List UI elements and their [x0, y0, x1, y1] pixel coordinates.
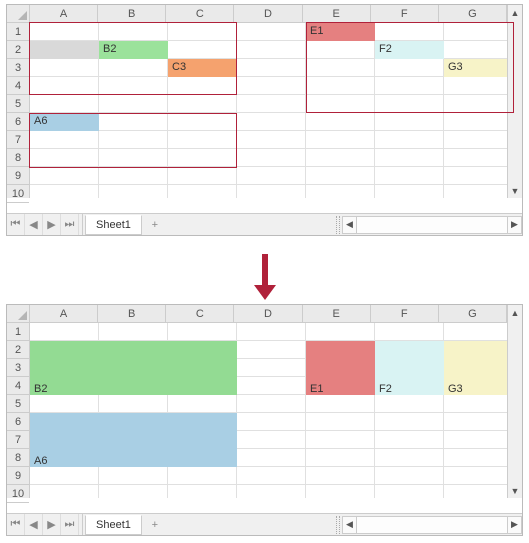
- row-header-7[interactable]: 7: [7, 431, 29, 449]
- col-header-c[interactable]: C: [166, 5, 234, 22]
- row-headers: 1 2 3 4 5 6 7 8 9 10: [7, 23, 30, 198]
- nav-last-button[interactable]: ⏭: [61, 514, 79, 535]
- grid[interactable]: A B C D E F G 1 2 3 4 5 6 7 8 9 10 B2 C3…: [7, 5, 522, 213]
- nav-prev-button[interactable]: ◀: [25, 514, 43, 535]
- scroll-up-icon[interactable]: ▲: [508, 5, 522, 20]
- col-header-d[interactable]: D: [234, 305, 302, 322]
- merged-range-g3[interactable]: G3: [444, 341, 513, 395]
- horizontal-scrollbar[interactable]: ◀ ▶: [334, 214, 522, 235]
- cell-f2[interactable]: F2: [375, 41, 444, 59]
- nav-first-button[interactable]: ⏮: [7, 514, 25, 535]
- transition-arrow: [0, 240, 529, 300]
- arrow-down-icon: [262, 254, 268, 286]
- col-header-e[interactable]: E: [303, 305, 371, 322]
- col-header-d[interactable]: D: [234, 5, 302, 22]
- row-header-6[interactable]: 6: [7, 113, 29, 131]
- col-header-b[interactable]: B: [98, 305, 166, 322]
- row-header-2[interactable]: 2: [7, 41, 29, 59]
- hscroll-splitter[interactable]: [336, 216, 340, 234]
- spreadsheet-before: A B C D E F G 1 2 3 4 5 6 7 8 9 10 B2 C3…: [6, 4, 523, 236]
- row-header-5[interactable]: 5: [7, 395, 29, 413]
- nav-first-button[interactable]: ⏮: [7, 214, 25, 235]
- row-header-3[interactable]: 3: [7, 59, 29, 77]
- row-header-9[interactable]: 9: [7, 467, 29, 485]
- row-header-4[interactable]: 4: [7, 77, 29, 95]
- vertical-scrollbar[interactable]: ▲ ▼: [507, 305, 522, 498]
- row-header-2[interactable]: 2: [7, 341, 29, 359]
- add-sheet-button[interactable]: +: [144, 514, 166, 535]
- row-header-5[interactable]: 5: [7, 95, 29, 113]
- col-header-f[interactable]: F: [371, 5, 439, 22]
- cell-b2[interactable]: B2: [99, 41, 168, 59]
- row-header-10[interactable]: 10: [7, 185, 29, 203]
- scroll-left-icon[interactable]: ◀: [342, 516, 357, 534]
- col-header-c[interactable]: C: [166, 305, 234, 322]
- row-header-1[interactable]: 1: [7, 323, 29, 341]
- merged-range-f2[interactable]: F2: [375, 341, 444, 395]
- cells-area[interactable]: B2 E1 F2 G3 A6: [30, 323, 507, 498]
- nav-last-button[interactable]: ⏭: [61, 214, 79, 235]
- sheet-tab[interactable]: Sheet1: [85, 515, 142, 535]
- sheet-tab[interactable]: Sheet1: [85, 215, 142, 235]
- col-header-e[interactable]: E: [303, 5, 371, 22]
- scroll-right-icon[interactable]: ▶: [507, 516, 522, 534]
- scroll-up-icon[interactable]: ▲: [508, 305, 522, 320]
- row-header-7[interactable]: 7: [7, 131, 29, 149]
- add-sheet-button[interactable]: +: [144, 214, 166, 235]
- spreadsheet-after: A B C D E F G 1 2 3 4 5 6 7 8 9 10 B2 E1…: [6, 304, 523, 536]
- sheet-tab-bar: ⏮ ◀ ▶ ⏭ Sheet1 + ◀ ▶: [7, 213, 522, 235]
- col-header-a[interactable]: A: [30, 5, 98, 22]
- col-header-a[interactable]: A: [30, 305, 98, 322]
- cell-e1[interactable]: E1: [306, 23, 375, 41]
- scroll-right-icon[interactable]: ▶: [507, 216, 522, 234]
- row-header-6[interactable]: 6: [7, 413, 29, 431]
- row-header-8[interactable]: 8: [7, 149, 29, 167]
- nav-prev-button[interactable]: ◀: [25, 214, 43, 235]
- row-header-4[interactable]: 4: [7, 377, 29, 395]
- cells-area[interactable]: B2 C3 E1 F2 G3 A6: [30, 23, 507, 198]
- row-header-9[interactable]: 9: [7, 167, 29, 185]
- column-headers: A B C D E F G: [30, 305, 507, 323]
- row-header-3[interactable]: 3: [7, 359, 29, 377]
- cell-c3[interactable]: C3: [168, 59, 237, 77]
- merged-range-a6[interactable]: A6: [30, 413, 237, 467]
- merged-range-e1[interactable]: E1: [306, 341, 375, 395]
- grid[interactable]: A B C D E F G 1 2 3 4 5 6 7 8 9 10 B2 E1…: [7, 305, 522, 513]
- select-all-corner[interactable]: [7, 305, 30, 323]
- vertical-scrollbar[interactable]: ▲ ▼: [507, 5, 522, 198]
- row-headers: 1 2 3 4 5 6 7 8 9 10: [7, 323, 30, 498]
- scroll-down-icon[interactable]: ▼: [508, 483, 522, 498]
- row-header-8[interactable]: 8: [7, 449, 29, 467]
- col-header-g[interactable]: G: [439, 305, 507, 322]
- hscroll-splitter[interactable]: [336, 516, 340, 534]
- scroll-left-icon[interactable]: ◀: [342, 216, 357, 234]
- col-header-b[interactable]: B: [98, 5, 166, 22]
- select-all-corner[interactable]: [7, 5, 30, 23]
- horizontal-scrollbar[interactable]: ◀ ▶: [334, 514, 522, 535]
- sheet-tab-bar: ⏮ ◀ ▶ ⏭ Sheet1 + ◀ ▶: [7, 513, 522, 535]
- cell-a2[interactable]: [30, 41, 99, 59]
- merged-range-b2[interactable]: B2: [30, 341, 237, 395]
- row-header-1[interactable]: 1: [7, 23, 29, 41]
- nav-next-button[interactable]: ▶: [43, 214, 61, 235]
- col-header-g[interactable]: G: [439, 5, 507, 22]
- row-header-10[interactable]: 10: [7, 485, 29, 503]
- scroll-down-icon[interactable]: ▼: [508, 183, 522, 198]
- cell-g3[interactable]: G3: [444, 59, 513, 77]
- nav-next-button[interactable]: ▶: [43, 514, 61, 535]
- col-header-f[interactable]: F: [371, 305, 439, 322]
- column-headers: A B C D E F G: [30, 5, 507, 23]
- cell-a6[interactable]: A6: [30, 113, 99, 131]
